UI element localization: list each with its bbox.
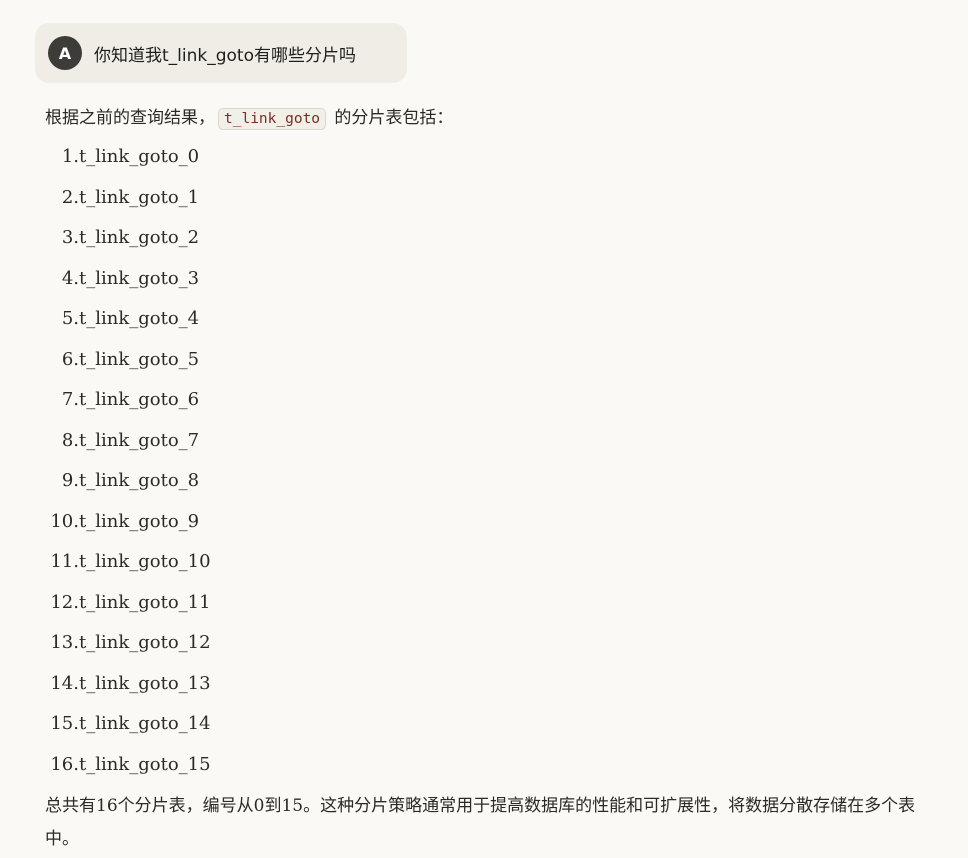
reply-intro: 根据之前的查询结果， t_link_goto 的分片表包括：: [45, 102, 935, 134]
list-item-number: 11.: [50, 551, 79, 572]
list-item: 5. t_link_goto_4: [45, 299, 935, 340]
list-item-text: t_link_goto_15: [79, 753, 211, 775]
list-item: 1. t_link_goto_0: [45, 137, 935, 178]
list-item-text: t_link_goto_4: [79, 308, 200, 329]
reply-intro-text: 根据之前的查询结果，: [45, 108, 215, 128]
reply-intro-text-end: 的分片表包括：: [329, 108, 454, 128]
user-message-bubble: A 你知道我t_link_goto有哪些分片吗: [35, 23, 407, 83]
list-item-number: 9.: [61, 470, 79, 491]
list-item-text: t_link_goto_13: [79, 672, 211, 694]
list-item: 15. t_link_goto_14: [45, 704, 935, 745]
list-item: 13. t_link_goto_12: [45, 623, 935, 664]
shard-list: 1. t_link_goto_0 2. t_link_goto_1 3. t_link…: [45, 137, 935, 785]
list-item: 11. t_link_goto_10: [45, 542, 935, 583]
list-item-number: 16.: [50, 753, 79, 775]
list-item-number: 4.: [61, 267, 79, 289]
list-item: 2. t_link_goto_1: [45, 178, 935, 219]
list-item: 9. t_link_goto_8: [45, 461, 935, 502]
list-item-number: 12.: [50, 591, 79, 613]
list-item: 6. t_link_goto_5: [45, 340, 935, 381]
list-item-text: t_link_goto_12: [79, 632, 211, 653]
list-item-text: t_link_goto_2: [79, 227, 200, 248]
list-item-number: 7.: [61, 389, 79, 410]
list-item-number: 13.: [50, 632, 79, 653]
inline-code: t_link_goto: [218, 108, 327, 130]
list-item-number: 15.: [50, 713, 79, 734]
list-item: 10. t_link_goto_9: [45, 502, 935, 543]
list-item-text: t_link_goto_7: [79, 429, 200, 451]
list-item-number: 5.: [61, 308, 79, 329]
user-message-text: 你知道我t_link_goto有哪些分片吗: [94, 45, 356, 66]
list-item: 4. t_link_goto_3: [45, 259, 935, 300]
list-item-text: t_link_goto_6: [79, 389, 200, 410]
list-item-number: 1.: [61, 146, 79, 167]
list-item-text: t_link_goto_11: [79, 591, 211, 613]
list-item-number: 10.: [50, 510, 79, 532]
list-item-text: t_link_goto_5: [79, 348, 200, 370]
list-item: 14. t_link_goto_13: [45, 664, 935, 705]
list-item-text: t_link_goto_0: [79, 146, 200, 167]
list-item: 8. t_link_goto_7: [45, 421, 935, 462]
list-item-text: t_link_goto_8: [79, 470, 200, 491]
list-item: 16. t_link_goto_15: [45, 745, 935, 786]
list-item-number: 14.: [50, 672, 79, 694]
list-item-number: 6.: [61, 348, 79, 370]
list-item-text: t_link_goto_3: [79, 267, 200, 289]
assistant-reply: 根据之前的查询结果， t_link_goto 的分片表包括： 1. t_link_g…: [45, 102, 935, 856]
reply-summary: 总共有16个分片表，编号从0到15。这种分片策略通常用于提高数据库的性能和可扩展…: [45, 796, 916, 849]
list-item-text: t_link_goto_14: [79, 713, 211, 734]
list-item-text: t_link_goto_1: [79, 186, 200, 208]
list-item-text: t_link_goto_10: [79, 551, 211, 572]
list-item-number: 3.: [61, 227, 79, 248]
list-item-number: 8.: [61, 429, 79, 451]
list-item: 7. t_link_goto_6: [45, 380, 935, 421]
list-item-text: t_link_goto_9: [79, 510, 200, 532]
list-item: 12. t_link_goto_11: [45, 583, 935, 624]
list-item-number: 2.: [61, 186, 79, 208]
list-item: 3. t_link_goto_2: [45, 218, 935, 259]
user-avatar[interactable]: A: [48, 36, 82, 70]
